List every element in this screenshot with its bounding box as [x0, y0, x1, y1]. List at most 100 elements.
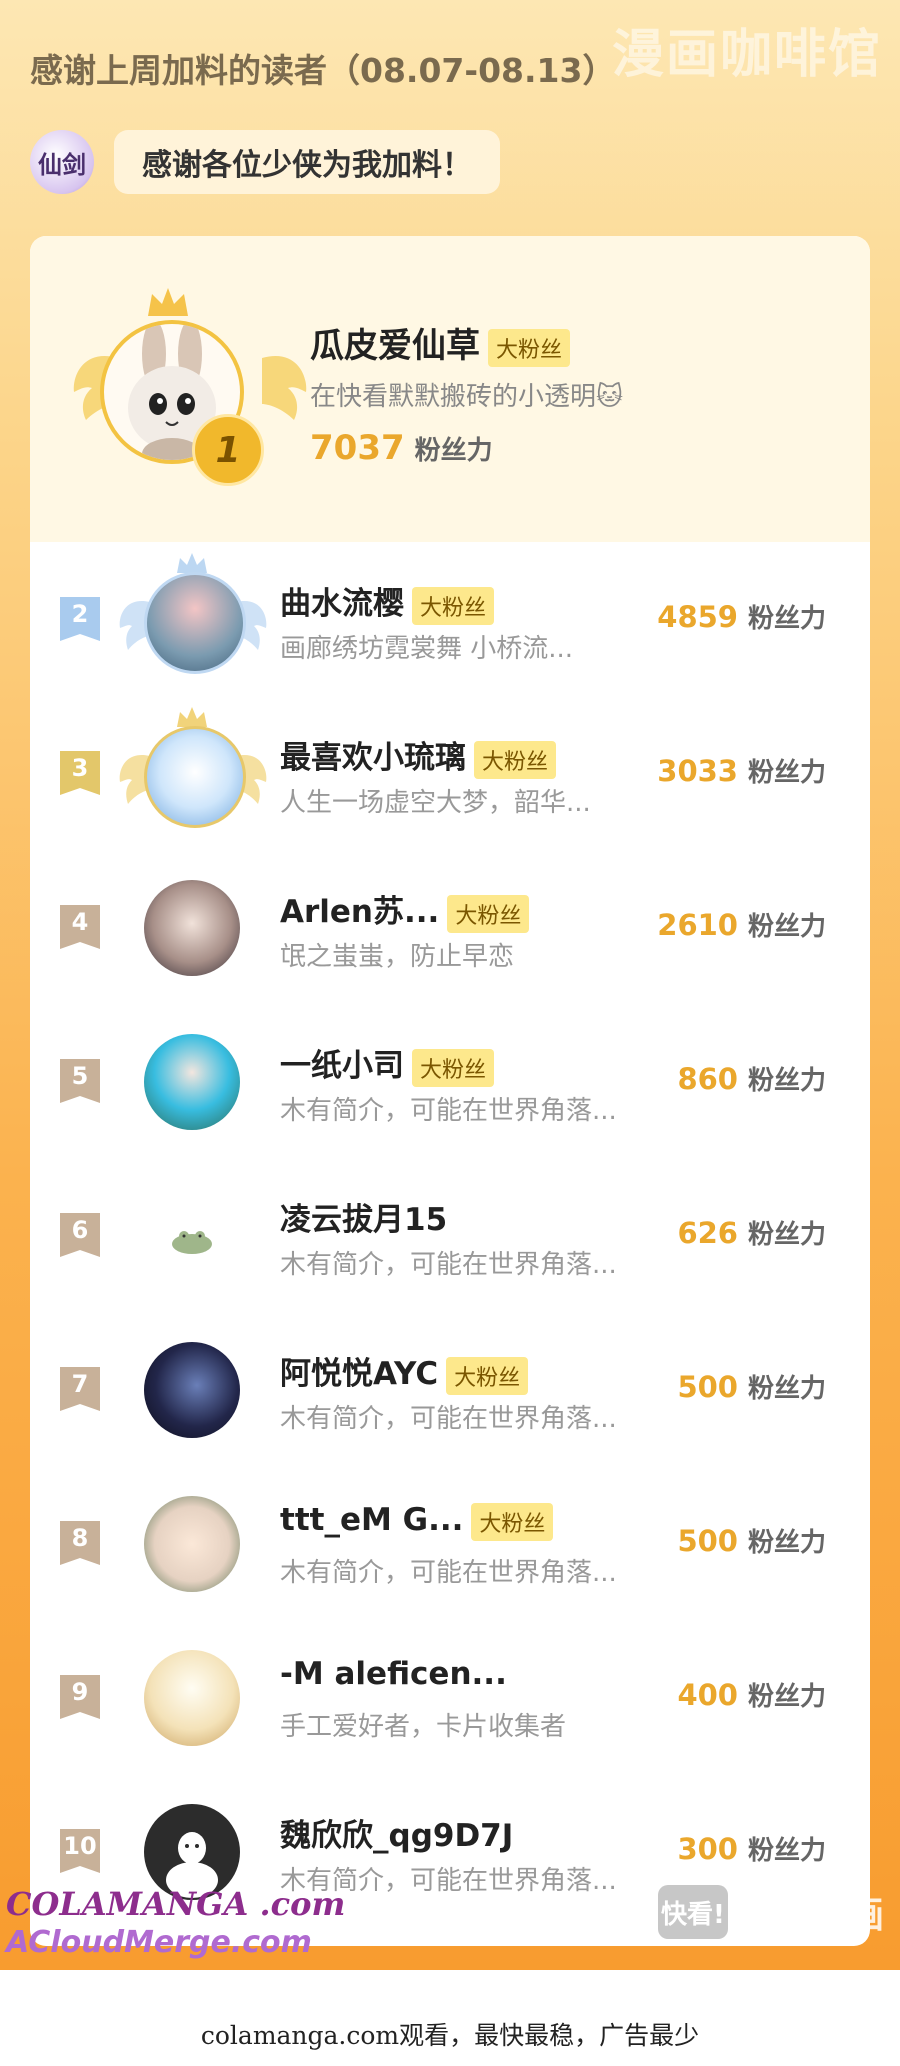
- rank-flag: 5: [60, 1059, 100, 1103]
- kuaikan-watermark: 快看! 快看漫画: [657, 1885, 884, 1939]
- user-bio: 木有简介，可能在世界角落...: [280, 1096, 617, 1126]
- rank-flag: 7: [60, 1367, 100, 1411]
- score-unit: 粉丝力: [747, 758, 826, 788]
- user-bio: 人生一场虚空大梦，韶华...: [280, 788, 591, 818]
- score-unit: 粉丝力: [747, 1682, 826, 1712]
- ranking-row[interactable]: 6 凌云拔月15 木有简介，可能在世界角落... 626 粉丝力: [30, 1158, 870, 1312]
- rank-flag: 8: [60, 1521, 100, 1565]
- ranking-row[interactable]: 8 ttt_eM G... 大粉丝 木有简介，可能在世界角落... 500 粉丝力: [30, 1466, 870, 1620]
- user-score: 4859 粉丝力: [657, 598, 826, 635]
- rank-flag: 2: [60, 597, 100, 641]
- user-avatar[interactable]: [144, 572, 246, 674]
- rank-flag: 3: [60, 751, 100, 795]
- ranking-card: 1 瓜皮爱仙草 大粉丝 在快看默默搬砖的小透明🐱 7037 粉丝力 2 曲水流樱 大粉…: [30, 236, 870, 1946]
- score-unit: 粉丝力: [747, 1836, 826, 1866]
- score-unit: 粉丝力: [747, 604, 826, 634]
- xianjian-logo: 仙剑: [30, 130, 94, 194]
- fan-tag: 大粉丝: [412, 586, 495, 625]
- user-bio: 木有简介，可能在世界角落...: [280, 1558, 617, 1588]
- fan-tag: 大粉丝: [446, 1356, 529, 1395]
- user-bio: 氓之蚩蚩，防止早恋: [280, 942, 515, 972]
- ranking-row[interactable]: 4 Arlen苏... 大粉丝 氓之蚩蚩，防止早恋 2610 粉丝力: [30, 850, 870, 1004]
- kuaikan-text: 快看漫画: [739, 1895, 884, 1936]
- user-name-text: Arlen苏...: [280, 894, 440, 930]
- user-avatar[interactable]: [144, 880, 240, 976]
- user-name: 魏欣欣_qg9D7J: [280, 1810, 513, 1855]
- user-bio: 手工爱好者，卡片收集者: [280, 1712, 567, 1742]
- user-score: 3033 粉丝力: [657, 752, 826, 789]
- score-value: 500: [677, 1370, 738, 1404]
- user-name-text: 阿悦悦AYC: [280, 1356, 439, 1392]
- user-avatar[interactable]: [144, 1034, 240, 1130]
- user-score: 400 粉丝力: [677, 1676, 826, 1713]
- acloudmerge-text: ACloudMerge.com: [6, 1925, 312, 1960]
- ranking-row[interactable]: 7 阿悦悦AYC 大粉丝 木有简介，可能在世界角落... 500 粉丝力: [30, 1312, 870, 1466]
- user-score: 2610 粉丝力: [657, 906, 826, 943]
- user-name-text: ttt_eM G...: [280, 1502, 464, 1538]
- user-avatar[interactable]: [144, 1342, 240, 1438]
- score-value: 400: [677, 1678, 738, 1712]
- user-avatar[interactable]: [144, 1650, 240, 1746]
- score-unit: 粉丝力: [747, 1374, 826, 1404]
- kuaikan-logo-icon: 快看!: [657, 1885, 728, 1939]
- user-name: Arlen苏... 大粉丝: [280, 886, 530, 933]
- top-fan-name-text: 瓜皮爱仙草: [310, 326, 480, 366]
- score-unit: 粉丝力: [747, 1528, 826, 1558]
- user-name-text: 曲水流樱: [280, 586, 404, 622]
- user-avatar[interactable]: [144, 1496, 240, 1592]
- user-name: 最喜欢小琉璃 大粉丝: [280, 732, 557, 779]
- footer-note: colamanga.com观看，最快最稳，广告最少: [200, 2021, 700, 2050]
- user-name: 一纸小司 大粉丝: [280, 1040, 495, 1087]
- score-unit: 粉丝力: [747, 1066, 826, 1096]
- user-score: 626 粉丝力: [677, 1214, 826, 1251]
- score-unit: 粉丝力: [414, 436, 493, 466]
- score-value: 3033: [657, 754, 738, 788]
- ranking-row[interactable]: 9 -M aleficen... 手工爱好者，卡片收集者 400 粉丝力: [30, 1620, 870, 1774]
- top-fan-name[interactable]: 瓜皮爱仙草 大粉丝: [310, 318, 571, 367]
- user-name: 凌云拔月15: [280, 1194, 447, 1239]
- user-bio: 画廊绣坊霓裳舞 小桥流...: [280, 634, 574, 664]
- page-title: 感谢上周加料的读者（08.07-08.13）: [30, 51, 616, 90]
- user-avatar[interactable]: [144, 726, 246, 828]
- top-fan-section[interactable]: 1 瓜皮爱仙草 大粉丝 在快看默默搬砖的小透明🐱 7037 粉丝力: [30, 236, 870, 542]
- user-score: 300 粉丝力: [677, 1830, 826, 1867]
- fan-tag: 大粉丝: [488, 328, 571, 367]
- user-name: -M aleficen...: [280, 1656, 507, 1692]
- user-name-text: -M aleficen...: [280, 1656, 507, 1692]
- user-name: ttt_eM G... 大粉丝: [280, 1502, 554, 1541]
- rank-flag: 6: [60, 1213, 100, 1257]
- user-name-text: 凌云拔月15: [280, 1202, 448, 1238]
- user-bio: 木有简介，可能在世界角落...: [280, 1404, 617, 1434]
- user-name: 阿悦悦AYC 大粉丝: [280, 1348, 529, 1395]
- crown-icon: [177, 553, 207, 573]
- crown-icon: [177, 707, 207, 727]
- user-score: 500 粉丝力: [677, 1368, 826, 1405]
- score-unit: 粉丝力: [747, 1220, 826, 1250]
- right-wing-icon: [262, 355, 307, 420]
- score-unit: 粉丝力: [747, 912, 826, 942]
- fan-tag: 大粉丝: [447, 894, 530, 933]
- frog-icon: [172, 1231, 212, 1254]
- user-score: 860 粉丝力: [677, 1060, 826, 1097]
- user-avatar[interactable]: [144, 1188, 240, 1284]
- ranking-row[interactable]: 5 一纸小司 大粉丝 木有简介，可能在世界角落... 860 粉丝力: [30, 1004, 870, 1158]
- ranking-panel: 漫画咖啡馆 感谢上周加料的读者（08.07-08.13） 仙剑 感谢各位少侠为我…: [0, 0, 900, 1970]
- user-score: 500 粉丝力: [677, 1522, 826, 1559]
- rank-flag: 4: [60, 905, 100, 949]
- colamanga-text: COLAMANGA .com: [6, 1885, 346, 1923]
- score-value: 860: [677, 1062, 738, 1096]
- score-value: 2610: [657, 908, 738, 942]
- rank-flag: 10: [60, 1829, 100, 1873]
- colamanga-watermark: COLAMANGA .com ACloudMerge.com: [6, 1885, 345, 1960]
- score-value: 4859: [657, 600, 738, 634]
- user-bio: 木有简介，可能在世界角落...: [280, 1250, 617, 1280]
- user-name-text: 最喜欢小琉璃: [280, 740, 466, 776]
- fan-tag: 大粉丝: [474, 740, 557, 779]
- fan-tag: 大粉丝: [412, 1048, 495, 1087]
- user-name-text: 一纸小司: [280, 1048, 404, 1084]
- user-name-text: 魏欣欣_qg9D7J: [280, 1818, 514, 1854]
- ranking-row[interactable]: 2 曲水流樱 大粉丝 画廊绣坊霓裳舞 小桥流... 4859 粉丝力: [30, 542, 870, 696]
- fan-tag: 大粉丝: [471, 1502, 554, 1541]
- rank-1-badge: 1: [192, 414, 264, 486]
- ranking-row[interactable]: 3 最喜欢小琉璃 大粉丝 人生一场虚空大梦，韶华... 3033 粉丝力: [30, 696, 870, 850]
